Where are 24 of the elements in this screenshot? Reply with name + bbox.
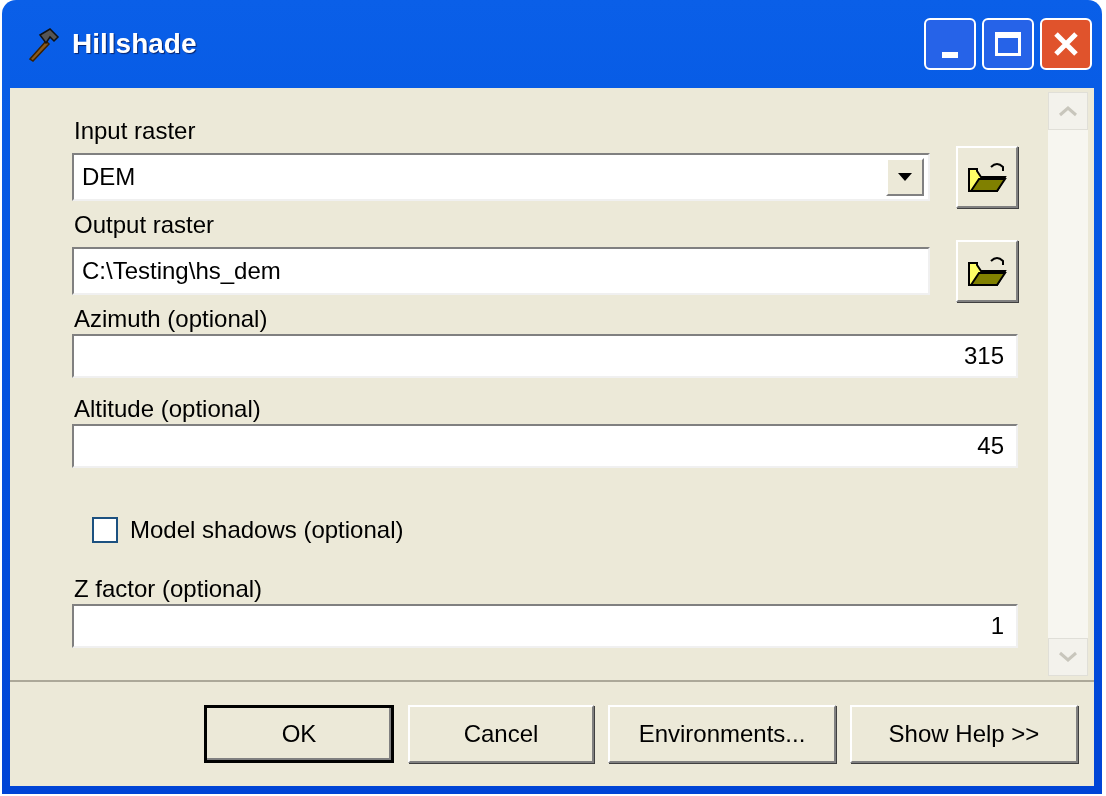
input-field[interactable]: C:\Testing\hs_dem	[72, 247, 930, 295]
field-label: Input raster	[74, 116, 196, 146]
raster-dropdown[interactable]: DEM	[72, 153, 930, 201]
close-button[interactable]	[1040, 18, 1092, 70]
browse-button[interactable]	[956, 146, 1018, 208]
maximize-button[interactable]	[982, 18, 1034, 70]
dialog-button[interactable]: Environments...	[608, 705, 836, 763]
input-field[interactable]: 315	[72, 334, 1018, 378]
field-label: Z factor (optional)	[74, 574, 263, 604]
dialog-button[interactable]: OK	[204, 705, 394, 763]
window-title: Hillshade	[72, 27, 197, 61]
dialog-button[interactable]: Show Help >>	[850, 705, 1078, 763]
browse-button[interactable]	[956, 240, 1018, 302]
chevron-down-icon	[1058, 651, 1078, 663]
checkbox[interactable]	[92, 517, 118, 543]
field-label: Output raster	[74, 210, 215, 240]
field-label: Altitude (optional)	[74, 394, 261, 424]
checkbox-label: Model shadows (optional)	[130, 515, 404, 545]
minimize-button[interactable]	[924, 18, 976, 70]
field-label: Azimuth (optional)	[74, 304, 268, 334]
input-field[interactable]: 1	[72, 604, 1018, 648]
dialog-button[interactable]: Cancel	[408, 705, 594, 763]
chevron-up-icon	[1058, 105, 1078, 117]
input-field[interactable]: 45	[72, 424, 1018, 468]
